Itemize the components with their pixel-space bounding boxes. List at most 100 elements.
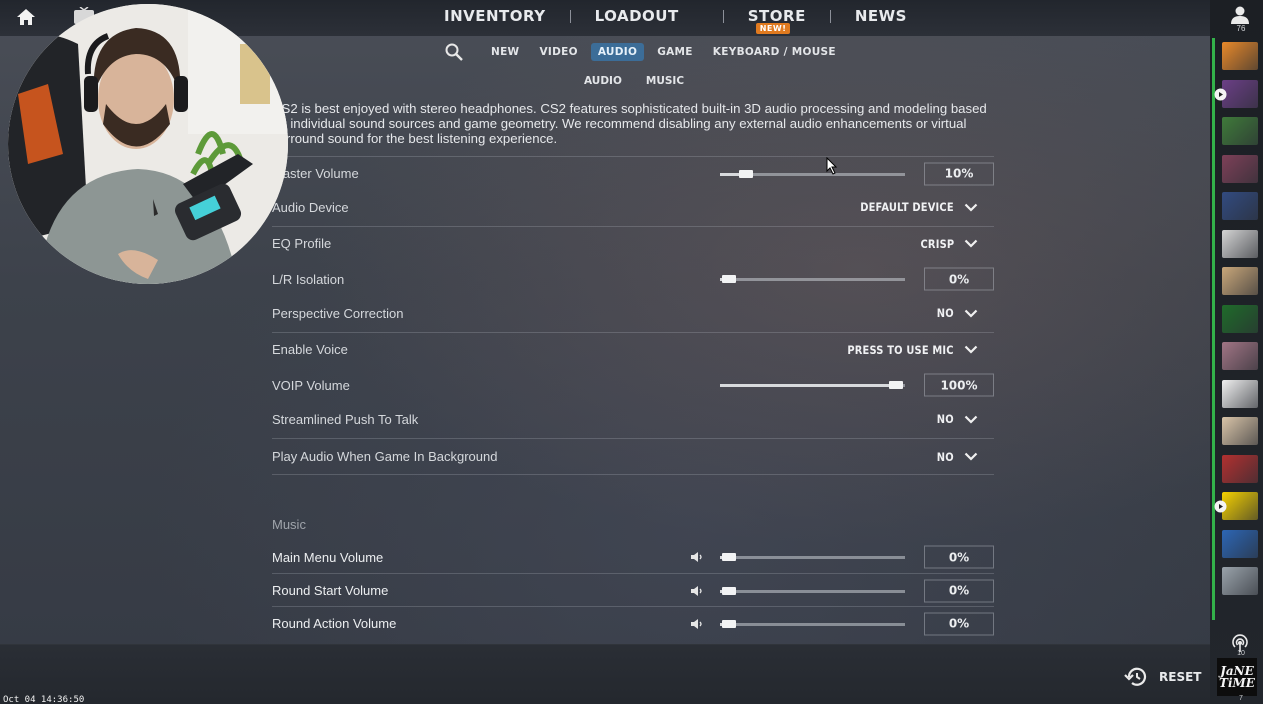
nav-news[interactable]: NEWS bbox=[855, 7, 907, 25]
dropdown-value: DEFAULT DEVICE bbox=[860, 200, 954, 214]
top-nav-items: INVENTORY LOADOUT STORE NEW! NEWS bbox=[444, 7, 907, 34]
friend-avatar[interactable] bbox=[1222, 267, 1258, 295]
voip-volume-value[interactable]: 100% bbox=[924, 373, 994, 397]
setting-label: EQ Profile bbox=[272, 236, 332, 251]
subtab-audio[interactable]: AUDIO bbox=[584, 75, 622, 87]
round-start-volume-value[interactable]: 0% bbox=[924, 579, 994, 602]
tab-new[interactable]: NEW bbox=[484, 43, 526, 61]
main-menu-volume-value[interactable]: 0% bbox=[924, 545, 994, 569]
friend-avatar[interactable] bbox=[1222, 529, 1258, 558]
nav-store[interactable]: STORE NEW! bbox=[748, 7, 806, 34]
friend-avatar[interactable] bbox=[1222, 492, 1258, 520]
friend-avatar[interactable] bbox=[1222, 304, 1258, 333]
round-action-volume-value[interactable]: 0% bbox=[924, 612, 994, 635]
friend-avatar[interactable] bbox=[1222, 454, 1258, 483]
search-icon[interactable] bbox=[444, 42, 464, 62]
setting-label: Perspective Correction bbox=[272, 305, 404, 321]
friend-avatar[interactable] bbox=[1222, 192, 1258, 220]
dropdown-value: NO bbox=[936, 306, 954, 320]
bottom-bar bbox=[0, 644, 1210, 704]
subtab-music[interactable]: MUSIC bbox=[646, 75, 684, 87]
setting-label: Main Menu Volume bbox=[272, 549, 384, 565]
setting-row-eq-profile: EQ Profile CRISP bbox=[272, 226, 994, 260]
round-start-volume-slider[interactable] bbox=[720, 586, 905, 595]
setting-row-background-audio: Play Audio When Game In Background NO bbox=[272, 438, 994, 475]
slider-thumb[interactable] bbox=[738, 169, 753, 178]
slider-thumb[interactable] bbox=[722, 275, 736, 283]
slider-thumb[interactable] bbox=[722, 586, 736, 595]
main-menu-volume-slider[interactable] bbox=[720, 553, 905, 561]
enable-voice-dropdown[interactable]: PRESS TO USE MIC bbox=[830, 343, 978, 357]
timestamp: Oct 04 14:36:50 bbox=[3, 695, 85, 704]
setting-row-round-action-volume: Round Action Volume 0% bbox=[272, 606, 994, 640]
audio-description: CS2 is best enjoyed with stereo headphon… bbox=[272, 101, 987, 146]
slider-thumb[interactable] bbox=[722, 553, 736, 561]
bottom-count: 7 bbox=[1239, 695, 1243, 702]
nav-divider bbox=[829, 9, 831, 23]
speaker-icon[interactable] bbox=[690, 585, 704, 597]
master-volume-slider[interactable] bbox=[720, 169, 905, 178]
round-action-volume-slider[interactable] bbox=[720, 619, 905, 628]
streamlined-ptt-dropdown[interactable]: NO bbox=[934, 412, 978, 426]
chevron-down-icon bbox=[964, 415, 978, 424]
nav-inventory[interactable]: INVENTORY bbox=[444, 7, 546, 25]
friend-avatar[interactable] bbox=[1222, 229, 1258, 258]
nav-loadout[interactable]: LOADOUT bbox=[595, 7, 679, 25]
slider-track bbox=[720, 622, 905, 626]
slider-track bbox=[720, 278, 905, 281]
home-icon[interactable] bbox=[16, 7, 36, 27]
webcam-overlay bbox=[8, 4, 288, 284]
speaker-icon[interactable] bbox=[690, 618, 704, 630]
chevron-down-icon bbox=[964, 345, 978, 354]
slider-thumb[interactable] bbox=[722, 619, 736, 628]
friend-avatar[interactable] bbox=[1222, 567, 1258, 595]
friend-avatar[interactable] bbox=[1222, 417, 1258, 445]
setting-label: Round Start Volume bbox=[272, 583, 389, 598]
slider-track bbox=[720, 556, 905, 559]
chevron-down-icon bbox=[964, 452, 978, 461]
background-audio-dropdown[interactable]: NO bbox=[934, 450, 978, 464]
dropdown-value: NO bbox=[936, 412, 954, 426]
dropdown-value: CRISP bbox=[920, 236, 954, 251]
reset-label: RESET bbox=[1159, 670, 1202, 684]
user-icon[interactable] bbox=[1230, 6, 1250, 24]
audio-device-dropdown[interactable]: DEFAULT DEVICE bbox=[845, 200, 978, 214]
tab-keyboard-mouse[interactable]: KEYBOARD / MOUSE bbox=[706, 43, 843, 61]
setting-row-master-volume: Master Volume 10% bbox=[272, 156, 994, 190]
friend-avatar[interactable] bbox=[1222, 79, 1258, 108]
friend-avatar[interactable] bbox=[1222, 42, 1258, 70]
voip-volume-slider[interactable] bbox=[720, 381, 905, 389]
friend-avatar[interactable] bbox=[1222, 117, 1258, 145]
setting-row-perspective-correction: Perspective Correction NO bbox=[272, 296, 994, 330]
logo-line: TiME bbox=[1219, 676, 1255, 690]
setting-label: L/R Isolation bbox=[272, 271, 345, 287]
setting-row-audio-device: Audio Device DEFAULT DEVICE bbox=[272, 190, 994, 224]
reset-history-icon bbox=[1124, 667, 1147, 686]
nav-divider bbox=[569, 9, 571, 23]
store-new-badge: NEW! bbox=[755, 23, 791, 34]
friend-avatar[interactable] bbox=[1222, 379, 1258, 408]
lr-isolation-slider[interactable] bbox=[720, 275, 905, 283]
tab-video[interactable]: VIDEO bbox=[532, 43, 584, 61]
slider-thumb[interactable] bbox=[889, 381, 903, 389]
setting-label: Play Audio When Game In Background bbox=[272, 449, 498, 464]
slider-fill bbox=[720, 384, 896, 387]
settings-tabs: NEW VIDEO AUDIO GAME KEYBOARD / MOUSE bbox=[444, 42, 849, 62]
friend-avatar[interactable] bbox=[1222, 342, 1258, 370]
tab-audio[interactable]: AUDIO bbox=[590, 43, 645, 61]
dropdown-value: NO bbox=[936, 449, 954, 464]
broadcast-count: 10 bbox=[1237, 650, 1245, 657]
tab-game[interactable]: GAME bbox=[650, 43, 700, 61]
master-volume-value[interactable]: 10% bbox=[924, 162, 994, 185]
nav-divider bbox=[722, 9, 724, 23]
speaker-icon[interactable] bbox=[690, 551, 704, 563]
lr-isolation-value[interactable]: 0% bbox=[924, 267, 994, 291]
perspective-correction-dropdown[interactable]: NO bbox=[934, 306, 978, 320]
setting-label: Enable Voice bbox=[272, 342, 348, 357]
eq-profile-dropdown[interactable]: CRISP bbox=[915, 237, 978, 251]
setting-row-streamlined-ptt: Streamlined Push To Talk NO bbox=[272, 402, 994, 436]
friend-avatar[interactable] bbox=[1222, 154, 1258, 183]
chevron-down-icon bbox=[964, 203, 978, 212]
channel-logo[interactable]: JaNE TiME bbox=[1217, 658, 1257, 696]
reset-button[interactable]: RESET bbox=[1124, 667, 1201, 687]
